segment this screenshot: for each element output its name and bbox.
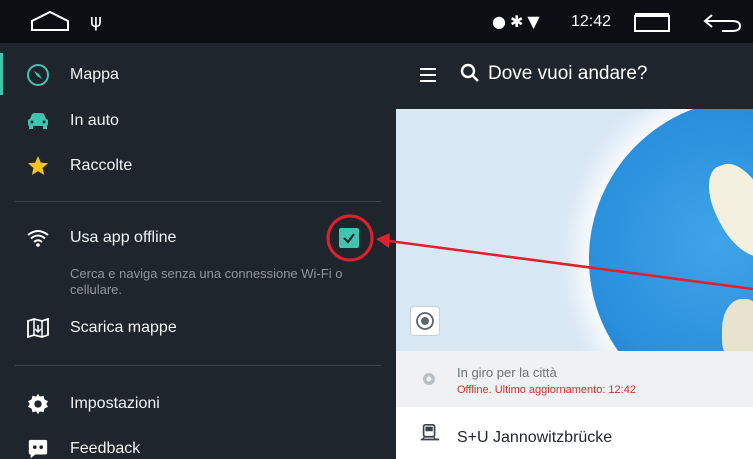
- car-icon: [26, 109, 50, 133]
- locate-me-button[interactable]: [410, 306, 440, 336]
- main-content: Dove vuoi andare? In giro per la città O…: [396, 43, 753, 459]
- map-view[interactable]: [396, 109, 753, 351]
- drawer-item-label: In auto: [70, 112, 119, 129]
- clock: 12:42: [571, 13, 612, 30]
- star-icon: [26, 154, 50, 178]
- drawer-item-raccolte[interactable]: Raccolte: [0, 148, 396, 184]
- drawer-item-offline[interactable]: Usa app offline: [0, 220, 396, 256]
- status-bar: ψ ●✱▼ 12:42: [0, 0, 753, 43]
- search-bar[interactable]: Dove vuoi andare?: [396, 43, 753, 109]
- map-download-icon: [26, 316, 50, 340]
- back-icon[interactable]: [702, 11, 742, 38]
- place-list-item[interactable]: S+U Jannowitzbrücke: [396, 407, 753, 459]
- menu-icon[interactable]: [420, 68, 436, 82]
- wifi-icon: ▼: [527, 12, 544, 31]
- search-icon: [460, 63, 480, 88]
- home-outline-icon[interactable]: [30, 10, 70, 37]
- suggestion-card[interactable]: In giro per la città Offline. Ultimo agg…: [396, 351, 753, 408]
- target-icon: [416, 312, 434, 330]
- drawer-item-mappa[interactable]: Mappa: [0, 57, 396, 93]
- drawer-item-label: Mappa: [70, 66, 119, 83]
- compass-icon: [26, 63, 50, 87]
- drawer-item-scarica-mappe[interactable]: Scarica mappe: [0, 310, 396, 346]
- offline-checkbox[interactable]: [339, 228, 359, 248]
- offline-status: Offline. Ultimo aggiornamento: 12:42: [457, 384, 636, 396]
- offline-description: Cerca e naviga senza una connessione Wi-…: [70, 266, 343, 297]
- drawer-item-feedback[interactable]: Feedback: [0, 431, 396, 459]
- drawer-item-label: Impostazioni: [70, 395, 160, 412]
- recents-icon[interactable]: [632, 11, 672, 38]
- place-title: S+U Jannowitzbrücke: [457, 429, 613, 446]
- wifi-icon: [26, 226, 50, 250]
- drawer-item-in-auto[interactable]: In auto: [0, 103, 396, 139]
- drawer-item-impostazioni[interactable]: Impostazioni: [0, 386, 396, 422]
- search-placeholder: Dove vuoi andare?: [488, 63, 648, 84]
- drawer-item-label: Scarica mappe: [70, 319, 177, 336]
- divider: [15, 365, 381, 366]
- offline-label: Usa app offline: [70, 229, 177, 246]
- navigation-drawer: Mappa In auto Raccolte Usa app offline C…: [0, 43, 396, 459]
- train-icon: [419, 423, 441, 450]
- suggestion-title: In giro per la città: [457, 365, 557, 380]
- location-icon: ●: [492, 12, 510, 31]
- bluetooth-icon: ✱: [509, 12, 528, 31]
- drawer-item-label: Raccolte: [70, 157, 133, 174]
- drawer-item-label: Feedback: [70, 440, 141, 457]
- feedback-icon: [26, 437, 50, 459]
- app-window: ψ ●✱▼ 12:42 Mappa In auto Raccolte Usa a…: [0, 0, 753, 459]
- usb-icon: ψ: [90, 11, 102, 32]
- gear-icon: [26, 392, 50, 416]
- location-dot-icon: [422, 372, 436, 391]
- divider: [15, 201, 381, 202]
